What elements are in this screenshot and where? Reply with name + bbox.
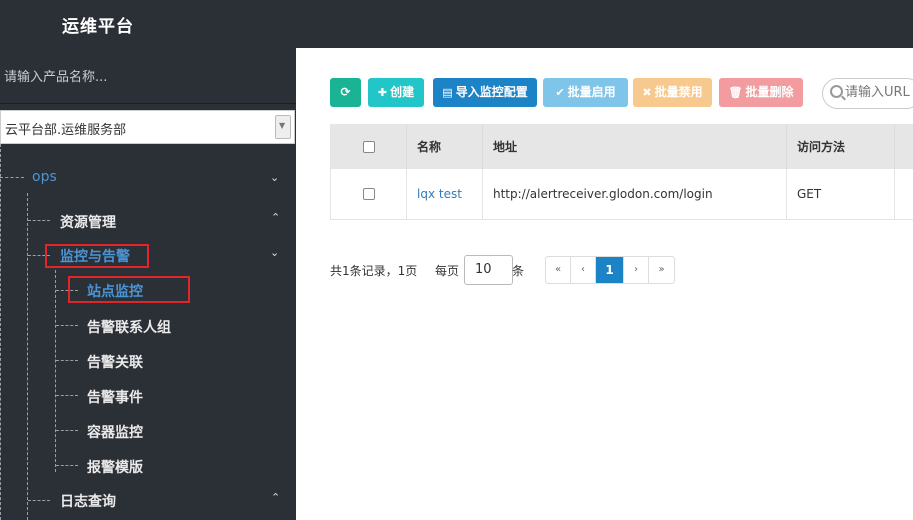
tree-node-log-query[interactable]: 日志查询 xyxy=(60,491,116,511)
chevron-down-icon[interactable]: ⌄ xyxy=(270,171,279,184)
prev-page-button[interactable]: ‹ xyxy=(571,257,596,283)
tree-node-alert-events[interactable]: 告警事件 xyxy=(87,387,143,407)
row-name-link[interactable]: lqx test xyxy=(417,187,462,201)
last-page-button[interactable]: » xyxy=(649,257,674,283)
column-header-extra xyxy=(894,124,913,169)
row-method-cell: GET xyxy=(786,169,895,220)
import-label: 导入监控配置 xyxy=(455,85,528,99)
column-header-url[interactable]: 地址 xyxy=(482,124,787,169)
batch-delete-button[interactable]: 🗑 批量删除 xyxy=(719,78,803,107)
create-label: 创建 xyxy=(390,85,415,99)
select-arrow-icon[interactable]: ▼ xyxy=(275,115,291,139)
select-all-checkbox[interactable] xyxy=(362,141,375,153)
first-page-button[interactable]: « xyxy=(546,257,571,283)
table-row: lqx test http://alertreceiver.glodon.com… xyxy=(330,169,913,220)
close-icon: ✖ xyxy=(642,86,652,99)
top-header: 运维平台 xyxy=(0,0,913,48)
tree-node-alert-template[interactable]: 报警模版 xyxy=(87,457,143,477)
batch-enable-label: 批量启用 xyxy=(567,85,616,99)
tree-node-alert-contacts[interactable]: 告警联系人组 xyxy=(87,317,171,337)
column-header-method[interactable]: 访问方法 xyxy=(786,124,895,169)
column-header-name[interactable]: 名称 xyxy=(406,124,483,169)
batch-enable-button[interactable]: ✔ 批量启用 xyxy=(543,78,628,107)
check-icon: ✔ xyxy=(555,86,565,99)
row-checkbox[interactable] xyxy=(362,188,375,201)
next-page-button[interactable]: › xyxy=(624,257,649,283)
import-config-button[interactable]: ▤ 导入监控配置 xyxy=(433,78,537,107)
tree-node-container-monitor[interactable]: 容器监控 xyxy=(87,422,143,442)
tree-node-ops[interactable]: ops xyxy=(32,169,57,185)
table-header-row: 名称 地址 访问方法 xyxy=(330,124,913,169)
row-select-cell xyxy=(330,169,407,220)
tree-node-resource-mgmt[interactable]: 资源管理 xyxy=(60,212,116,232)
app-title: 运维平台 xyxy=(62,17,134,37)
org-select-value: 云平台部.运维服务部 xyxy=(5,123,127,138)
monitor-table: 名称 地址 访问方法 lqx test http://alertreceiver… xyxy=(330,124,913,220)
main-content: ⟳ ✚创建 ▤导入监控配置 ✔批量启用 ✖批量禁用 🗑批量删除 名称 地址 访问… xyxy=(296,48,913,520)
batch-disable-button[interactable]: ✖ 批量禁用 xyxy=(633,78,712,107)
create-button[interactable]: ✚ 创建 xyxy=(368,78,424,107)
per-page-label: 每页 xyxy=(435,264,460,278)
chevron-up-icon[interactable]: ⌃ xyxy=(271,491,280,504)
tree-node-alert-relation[interactable]: 告警关联 xyxy=(87,352,143,372)
chevron-down-icon[interactable]: ⌄ xyxy=(270,246,279,259)
trash-icon: 🗑 xyxy=(728,86,743,99)
highlight-box xyxy=(45,244,149,268)
batch-delete-label: 批量删除 xyxy=(745,85,794,99)
row-url-cell: http://alertreceiver.glodon.com/login xyxy=(482,169,787,220)
chevron-up-icon[interactable]: ⌃ xyxy=(271,211,280,224)
file-icon: ▤ xyxy=(442,86,453,99)
batch-disable-label: 批量禁用 xyxy=(654,85,703,99)
url-search-input[interactable] xyxy=(845,85,913,100)
refresh-icon: ⟳ xyxy=(340,85,351,99)
plus-icon: ✚ xyxy=(377,86,388,99)
row-extra-cell xyxy=(894,169,913,220)
row-name-cell: lqx test xyxy=(406,169,483,220)
per-page-unit: 条 xyxy=(512,264,525,278)
product-search xyxy=(0,48,296,104)
product-search-input[interactable] xyxy=(0,62,294,92)
org-select[interactable]: 云平台部.运维服务部 ▼ xyxy=(0,110,295,144)
url-search[interactable] xyxy=(822,78,913,109)
refresh-button[interactable]: ⟳ xyxy=(330,78,361,107)
highlight-box xyxy=(68,276,190,303)
pagination-summary: 共1条记录，1页 xyxy=(330,264,418,278)
select-all-cell xyxy=(330,124,407,169)
page-1-button[interactable]: 1 xyxy=(596,257,624,283)
pagination: « ‹ 1 › » xyxy=(545,256,675,284)
per-page-input[interactable]: 10 xyxy=(464,255,513,285)
search-icon xyxy=(830,85,843,98)
